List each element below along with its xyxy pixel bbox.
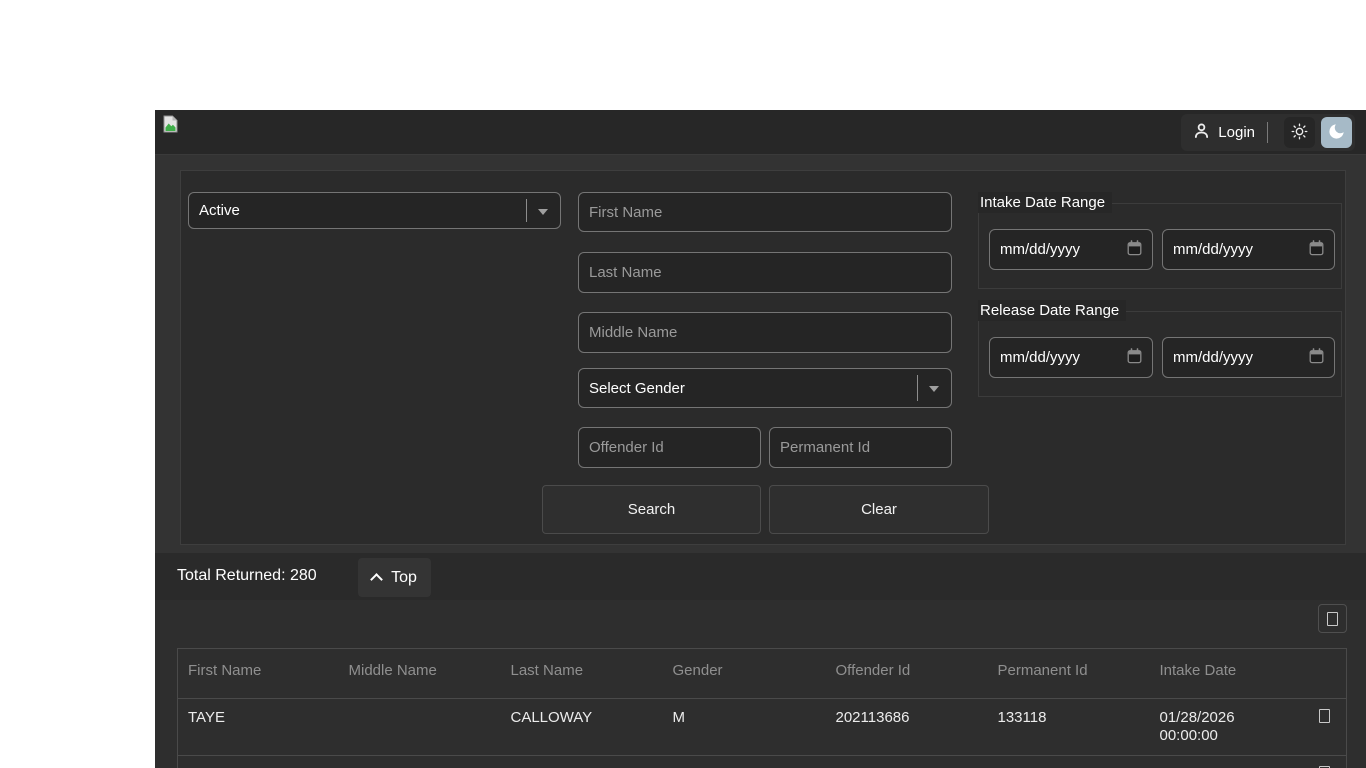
cell-first-name: TAYE (177, 698, 339, 756)
cell-intake-date: 01/28/2026 (1149, 755, 1303, 768)
cell-permanent-id: 133118 (987, 698, 1150, 756)
results-summary-bar: Total Returned: 280 Top (155, 553, 1366, 600)
cell-gender: M (662, 755, 826, 768)
last-name-input[interactable] (578, 252, 952, 293)
chevron-up-icon (370, 573, 383, 586)
total-returned: Total Returned: 280 (177, 567, 317, 585)
broken-image-icon (163, 115, 178, 138)
cell-gender: M (662, 698, 826, 756)
col-header-last-name: Last Name (510, 662, 584, 679)
col-header-row-actions (1303, 649, 1347, 699)
intake-date-from-input[interactable]: mm/dd/yyyy (989, 229, 1153, 270)
clear-button[interactable]: Clear (769, 485, 989, 534)
offender-id-input[interactable] (578, 427, 761, 468)
gender-select-value: Select Gender (589, 379, 685, 397)
chevron-down-icon (929, 386, 939, 392)
results-table: First Name Middle Name Last Name Gender … (177, 648, 1347, 768)
square-icon (1318, 709, 1330, 723)
cell-first-name: ERIK (177, 755, 339, 768)
cell-intake-date: 01/28/2026 00:00:00 (1149, 698, 1303, 756)
date-placeholder: mm/dd/yyyy (1173, 349, 1254, 366)
status-select[interactable]: Active (188, 192, 561, 229)
permanent-id-input[interactable] (769, 427, 952, 468)
cell-permanent-id: 3057 (987, 755, 1150, 768)
total-returned-label: Total Returned: (177, 567, 286, 584)
login-button[interactable]: Login (1193, 122, 1255, 143)
select-divider (526, 199, 527, 222)
col-header-gender: Gender (672, 662, 723, 679)
date-placeholder: mm/dd/yyyy (1000, 349, 1081, 366)
results-section: Total Returned: 280 Top First Name Middl… (155, 553, 1366, 768)
gender-select[interactable]: Select Gender (578, 368, 952, 408)
col-header-offender-id: Offender Id (835, 662, 911, 679)
cell-offender-id: 202113684 (825, 755, 988, 768)
scroll-to-top-button[interactable]: Top (358, 558, 431, 597)
user-icon (1193, 122, 1210, 143)
intake-date-range-label: Intake Date Range (978, 192, 1113, 213)
date-placeholder: mm/dd/yyyy (1173, 241, 1254, 258)
calendar-icon (1309, 239, 1324, 260)
cell-offender-id: 202113686 (825, 698, 988, 756)
status-select-value: Active (199, 202, 240, 219)
search-panel: Active Select Gender Search Clear Intake… (180, 170, 1346, 545)
cell-row-action[interactable] (1302, 698, 1347, 756)
dark-mode-button[interactable] (1321, 117, 1352, 148)
light-mode-button[interactable] (1284, 117, 1315, 148)
topbar-divider (1267, 122, 1268, 143)
release-date-to-input[interactable]: mm/dd/yyyy (1162, 337, 1335, 378)
chevron-down-icon (538, 208, 548, 215)
cell-last-name: CALLOWAY (500, 698, 663, 756)
col-header-middle-name: Middle Name (348, 662, 437, 679)
table-row[interactable]: ERIK WAYNE DUNCAN M 202113684 3057 01/28… (177, 755, 1347, 768)
select-divider (917, 375, 918, 401)
app-window: Login Active First Name Last Name Middle… (155, 110, 1366, 768)
sun-icon (1290, 122, 1309, 144)
square-icon (1327, 611, 1338, 626)
topbar: Login (155, 110, 1366, 155)
top-button-label: Top (391, 568, 417, 586)
release-date-range-group: Release Date Range mm/dd/yyyy mm/dd/yyyy (978, 300, 1342, 397)
release-date-range-label: Release Date Range (978, 300, 1127, 321)
table-row[interactable]: TAYE CALLOWAY M 202113686 133118 01/28/2… (177, 698, 1347, 756)
col-header-intake-date: Intake Date (1159, 662, 1237, 679)
results-table-area: First Name Middle Name Last Name Gender … (155, 600, 1366, 768)
intake-date-range-group: Intake Date Range mm/dd/yyyy mm/dd/yyyy (978, 192, 1342, 289)
calendar-icon (1127, 239, 1142, 260)
account-group: Login (1181, 114, 1355, 151)
middle-name-input[interactable] (578, 312, 952, 353)
release-date-from-input[interactable]: mm/dd/yyyy (989, 337, 1153, 378)
col-header-permanent-id: Permanent Id (997, 662, 1088, 679)
cell-middle-name: WAYNE (338, 755, 501, 768)
calendar-icon (1127, 347, 1142, 368)
intake-date-to-input[interactable]: mm/dd/yyyy (1162, 229, 1335, 270)
cell-row-action[interactable] (1302, 755, 1347, 768)
search-button[interactable]: Search (542, 485, 761, 534)
total-returned-count: 280 (289, 567, 317, 584)
first-name-input[interactable] (578, 192, 952, 232)
col-header-first-name: First Name (188, 662, 262, 679)
moon-icon (1327, 122, 1346, 144)
cell-middle-name (338, 698, 501, 756)
table-header-row: First Name Middle Name Last Name Gender … (178, 649, 1347, 699)
table-expand-button[interactable] (1318, 604, 1347, 633)
cell-last-name: DUNCAN (500, 755, 663, 768)
login-label: Login (1218, 124, 1255, 141)
date-placeholder: mm/dd/yyyy (1000, 241, 1081, 258)
calendar-icon (1309, 347, 1324, 368)
